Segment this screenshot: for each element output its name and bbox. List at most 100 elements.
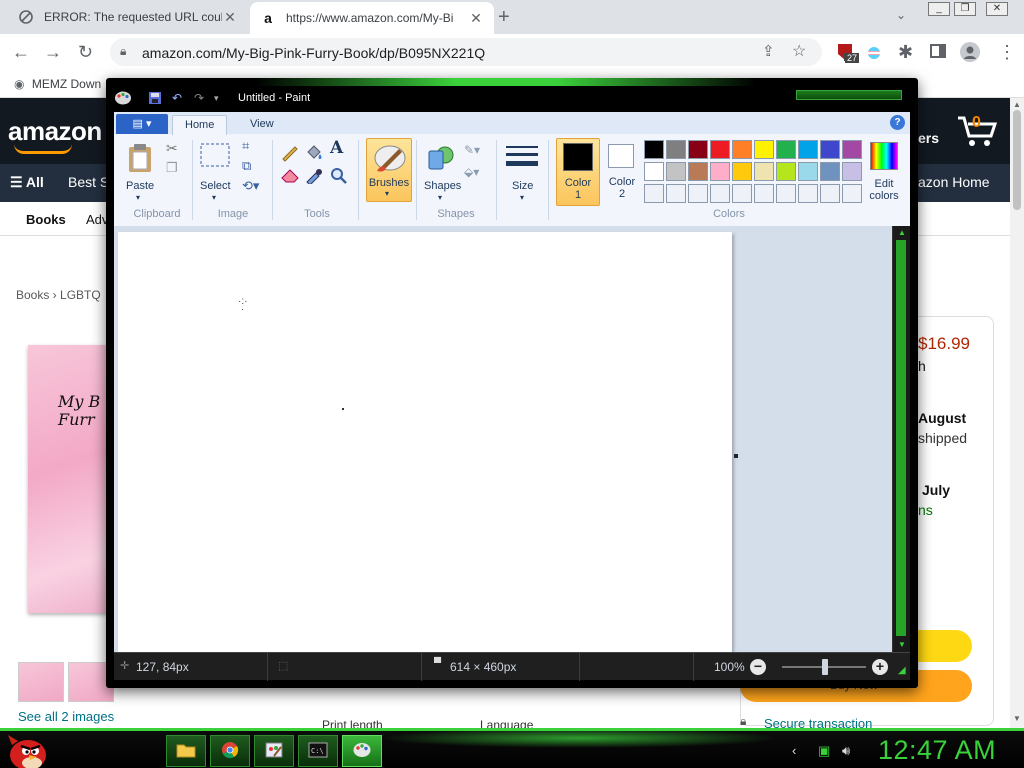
size-dropdown-icon[interactable]: ▾ (520, 192, 524, 204)
size-button[interactable]: Size (512, 180, 533, 192)
scroll-down-icon[interactable]: ▼ (898, 640, 906, 649)
lock-icon[interactable]: 🔒︎ (120, 44, 126, 59)
palette-swatch[interactable] (798, 140, 818, 159)
reload-icon[interactable]: ↻ (78, 42, 93, 63)
size-icon[interactable] (506, 142, 538, 172)
resize-handle-right[interactable] (734, 454, 738, 458)
palette-swatch[interactable] (754, 162, 774, 181)
tab-amazon[interactable]: a https://www.amazon.com/My-Bi ✕ (250, 2, 494, 34)
palette-swatch[interactable] (842, 184, 862, 203)
palette-swatch[interactable] (842, 162, 862, 181)
crop-icon[interactable]: ⌗ (242, 139, 249, 152)
page-scrollbar[interactable]: ▲ ▼ (1010, 98, 1024, 728)
new-tab-button[interactable]: + (498, 6, 510, 29)
copy-icon[interactable]: ❐ (166, 161, 178, 174)
forward-icon[interactable]: → (44, 42, 62, 63)
brushes-button[interactable]: Brushes ▾ (366, 138, 412, 202)
address-bar[interactable]: 🔒︎ amazon.com/My-Big-Pink-Furry-Book/dp/… (110, 38, 822, 66)
color-1-button[interactable]: Color 1 (556, 138, 600, 206)
scroll-up-icon[interactable]: ▲ (898, 228, 906, 237)
palette-swatch[interactable] (644, 140, 664, 159)
paint-app-icon[interactable] (114, 90, 132, 109)
palette-swatch[interactable] (798, 184, 818, 203)
text-tool-icon[interactable]: A (330, 140, 343, 157)
taskbar-paint-file[interactable] (254, 735, 294, 767)
cut-icon[interactable]: ✂ (166, 141, 178, 155)
palette-swatch[interactable] (754, 140, 774, 159)
close-window-button[interactable]: ✕ (986, 2, 1008, 16)
magnifier-icon[interactable] (330, 167, 348, 188)
see-all-images-link[interactable]: See all 2 images (18, 709, 114, 724)
palette-swatch[interactable] (842, 140, 862, 159)
color-picker-icon[interactable] (304, 168, 324, 187)
amazon-home-link[interactable]: azon Home (918, 174, 990, 190)
palette-swatch[interactable] (666, 184, 686, 203)
palette-swatch[interactable] (820, 140, 840, 159)
tab-search-chevron-icon[interactable]: ⌄ (896, 8, 906, 22)
taskbar-clock[interactable]: 12:47 AM (878, 735, 996, 766)
pencil-icon[interactable] (280, 144, 300, 165)
zoom-slider-thumb[interactable] (822, 659, 828, 675)
shapes-button[interactable]: Shapes (424, 180, 461, 192)
palette-swatch[interactable] (754, 184, 774, 203)
undo-icon[interactable]: ↶ (172, 91, 182, 105)
window-controls[interactable] (796, 90, 902, 100)
side-panel-icon[interactable] (930, 43, 946, 64)
volume-icon[interactable]: 🔊︎ (842, 743, 850, 759)
palette-swatch[interactable] (644, 162, 664, 181)
select-icon[interactable] (200, 142, 230, 168)
palette-swatch[interactable] (820, 162, 840, 181)
palette-swatch[interactable] (820, 184, 840, 203)
palette-swatch[interactable] (710, 162, 730, 181)
close-tab-icon[interactable]: ✕ (222, 9, 238, 26)
angry-bird-start-icon[interactable] (6, 731, 50, 768)
palette-swatch[interactable] (776, 162, 796, 181)
help-icon[interactable]: ? (890, 115, 905, 130)
zoom-in-button[interactable]: + (872, 659, 888, 675)
taskbar-cmd[interactable]: C:\ (298, 735, 338, 767)
outline-icon[interactable]: ✎▾ (464, 144, 480, 156)
all-menu-button[interactable]: ☰ All (10, 174, 44, 191)
palette-swatch[interactable] (666, 162, 686, 181)
breadcrumb[interactable]: Books › LGBTQ (16, 288, 101, 302)
back-icon[interactable]: ← (12, 42, 30, 63)
edit-colors-button[interactable]: Edit colors (866, 140, 902, 206)
eraser-icon[interactable] (280, 168, 300, 187)
palette-swatch[interactable] (688, 184, 708, 203)
palette-swatch[interactable] (776, 184, 796, 203)
taskbar-paint[interactable] (342, 735, 382, 767)
color-2-button[interactable]: Color 2 (602, 138, 642, 206)
returns-orders-link[interactable]: ers (918, 130, 939, 146)
palette-swatch[interactable] (776, 140, 796, 159)
amazon-logo[interactable]: amazon (8, 116, 102, 147)
palette-swatch[interactable] (732, 162, 752, 181)
thumbnail-1[interactable] (18, 662, 64, 702)
zoom-out-button[interactable]: − (750, 659, 766, 675)
book-cover-image[interactable]: My B Furr (28, 345, 108, 613)
qat-dropdown-icon[interactable]: ▾ (214, 93, 219, 104)
bookmark-memz[interactable]: ◉ MEMZ Down (14, 77, 101, 91)
fill-icon[interactable]: ⬙▾ (464, 166, 479, 178)
tab-home[interactable]: Home (172, 115, 228, 135)
scroll-down-icon[interactable]: ▼ (1013, 714, 1021, 723)
palette-swatch[interactable] (644, 184, 664, 203)
extensions-puzzle-icon[interactable]: ✱ (898, 42, 913, 63)
minimize-button[interactable]: _ (928, 2, 950, 16)
scroll-thumb[interactable] (1013, 110, 1021, 210)
file-menu-button[interactable]: ▤ ▾ (116, 114, 168, 134)
resize-icon[interactable]: ⧉ (242, 159, 251, 172)
palette-swatch[interactable] (688, 162, 708, 181)
paste-button[interactable]: Paste (126, 180, 154, 192)
redo-icon[interactable]: ↷ (194, 91, 204, 105)
scroll-up-icon[interactable]: ▲ (1013, 100, 1021, 109)
best-sellers-link[interactable]: Best S (68, 174, 109, 190)
tray-chevron-icon[interactable]: ‹ (792, 743, 796, 758)
pride-flag-icon[interactable] (866, 44, 882, 65)
paste-icon[interactable] (126, 142, 154, 174)
save-icon[interactable] (148, 91, 162, 108)
profile-avatar-icon[interactable] (960, 42, 980, 67)
palette-swatch[interactable] (732, 184, 752, 203)
drawing-canvas[interactable]: ·:· · (118, 232, 732, 652)
tab-view[interactable]: View (238, 115, 286, 135)
palette-swatch[interactable] (710, 140, 730, 159)
